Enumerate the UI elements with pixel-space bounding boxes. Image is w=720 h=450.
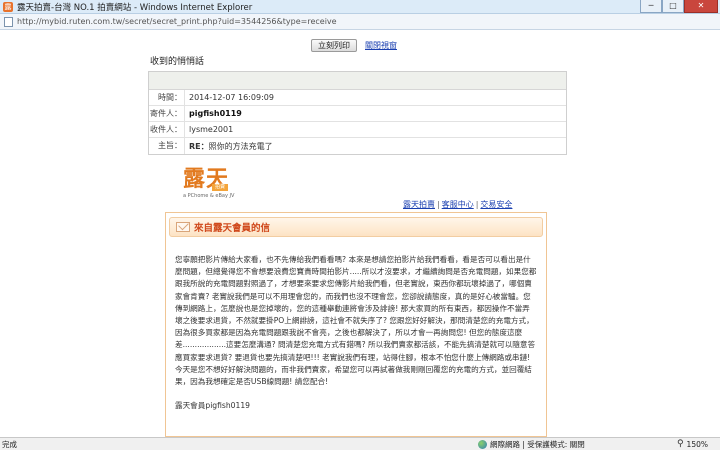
sender-label: 寄件人： bbox=[149, 106, 185, 121]
page-title: 收到的悄悄話 bbox=[150, 57, 205, 67]
status-text: 完成 bbox=[2, 439, 17, 449]
url-text[interactable]: http://mybid.ruten.com.tw/secret/secret_… bbox=[17, 17, 337, 26]
window-title: 露天拍賣-台灣 NO.1 拍賣網站 - Windows Internet Exp… bbox=[17, 2, 253, 13]
email-title: 來自露天會員的信 bbox=[194, 223, 271, 234]
zone-text: 網際網路 | 受保護模式: 關閉 bbox=[490, 439, 585, 449]
subject-prefix: RE： bbox=[189, 141, 209, 151]
recipient-label: 收件人： bbox=[149, 122, 185, 137]
email-body: 您寧願把影片傳給大家看，也不先傳給我們看看嗎? 本來是想請您拍影片給我們看看，看… bbox=[166, 237, 546, 412]
security-zone[interactable]: 網際網路 | 受保護模式: 關閉 bbox=[478, 439, 585, 450]
zoom-icon: ⚲ bbox=[676, 439, 684, 449]
envelope-icon bbox=[176, 222, 190, 232]
subject-label: 主旨： bbox=[149, 138, 185, 154]
ie-app-icon: 露 bbox=[3, 1, 13, 12]
logo-subtitle: a PChome & eBay JV bbox=[183, 193, 235, 199]
zoom-level: 150% bbox=[686, 439, 708, 449]
print-toolbar: 立刻列印 關閉視窗 bbox=[311, 39, 397, 52]
print-now-button[interactable]: 立刻列印 bbox=[311, 39, 357, 52]
address-bar[interactable]: http://mybid.ruten.com.tw/secret/secret_… bbox=[0, 14, 720, 30]
page-icon bbox=[4, 16, 13, 27]
nav-link-ruten-auction[interactable]: 露天拍賣 bbox=[403, 200, 435, 209]
email-nav: 露天拍賣 | 客服中心 | 交易安全 bbox=[403, 199, 512, 210]
nav-link-trade-safety[interactable]: 交易安全 bbox=[480, 200, 512, 209]
logo-tag: 拍賣 bbox=[212, 184, 228, 191]
email-header: 來自露天會員的信 bbox=[169, 217, 543, 237]
subject-value: RE：照你的方法充電了 bbox=[185, 141, 273, 152]
subject-text: 照你的方法充電了 bbox=[208, 141, 273, 151]
title-bar: 露 露天拍賣-台灣 NO.1 拍賣網站 - Windows Internet E… bbox=[0, 0, 720, 14]
email-frame: 來自露天會員的信 您寧願把影片傳給大家看，也不先傳給我們看看嗎? 本來是想請您拍… bbox=[165, 212, 547, 437]
time-value: 2014-12-07 16:09:09 bbox=[189, 93, 274, 102]
globe-icon bbox=[478, 439, 487, 449]
table-header-band bbox=[149, 72, 566, 90]
nav-separator: | bbox=[437, 200, 440, 209]
close-window-link[interactable]: 關閉視窗 bbox=[365, 40, 397, 51]
row-subject: 主旨： RE：照你的方法充電了 bbox=[149, 138, 566, 154]
close-window-button[interactable]: ✕ bbox=[684, 0, 718, 13]
maximize-button[interactable]: □ bbox=[662, 0, 684, 13]
row-recipient: 收件人： lysme2001 bbox=[149, 122, 566, 138]
window-controls: ─ □ ✕ bbox=[640, 0, 718, 13]
ruten-logo: 露天 拍賣 a PChome & eBay JV bbox=[183, 168, 235, 200]
zoom-control[interactable]: ⚲ 150% bbox=[677, 439, 708, 449]
recipient-value: lysme2001 bbox=[189, 125, 234, 134]
sender-value: pigfish0119 bbox=[189, 109, 242, 118]
page-content: 立刻列印 關閉視窗 收到的悄悄話 時間： 2014-12-07 16:09:09… bbox=[0, 31, 720, 437]
nav-separator: | bbox=[475, 200, 479, 209]
row-time: 時間： 2014-12-07 16:09:09 bbox=[149, 90, 566, 106]
nav-link-customer-service[interactable]: 客服中心 bbox=[442, 200, 474, 209]
row-sender: 寄件人： pigfish0119 bbox=[149, 106, 566, 122]
message-info-table: 時間： 2014-12-07 16:09:09 寄件人： pigfish0119… bbox=[148, 71, 567, 155]
time-label: 時間： bbox=[149, 90, 185, 105]
email-body-text: 您寧願把影片傳給大家看，也不先傳給我們看看嗎? 本來是想請您拍影片給我們看看，看… bbox=[175, 255, 537, 387]
status-bar: 完成 網際網路 | 受保護模式: 關閉 ⚲ 150% bbox=[0, 437, 720, 450]
minimize-button[interactable]: ─ bbox=[640, 0, 662, 13]
email-signature: 露天會員pigfish0119 bbox=[175, 401, 251, 411]
